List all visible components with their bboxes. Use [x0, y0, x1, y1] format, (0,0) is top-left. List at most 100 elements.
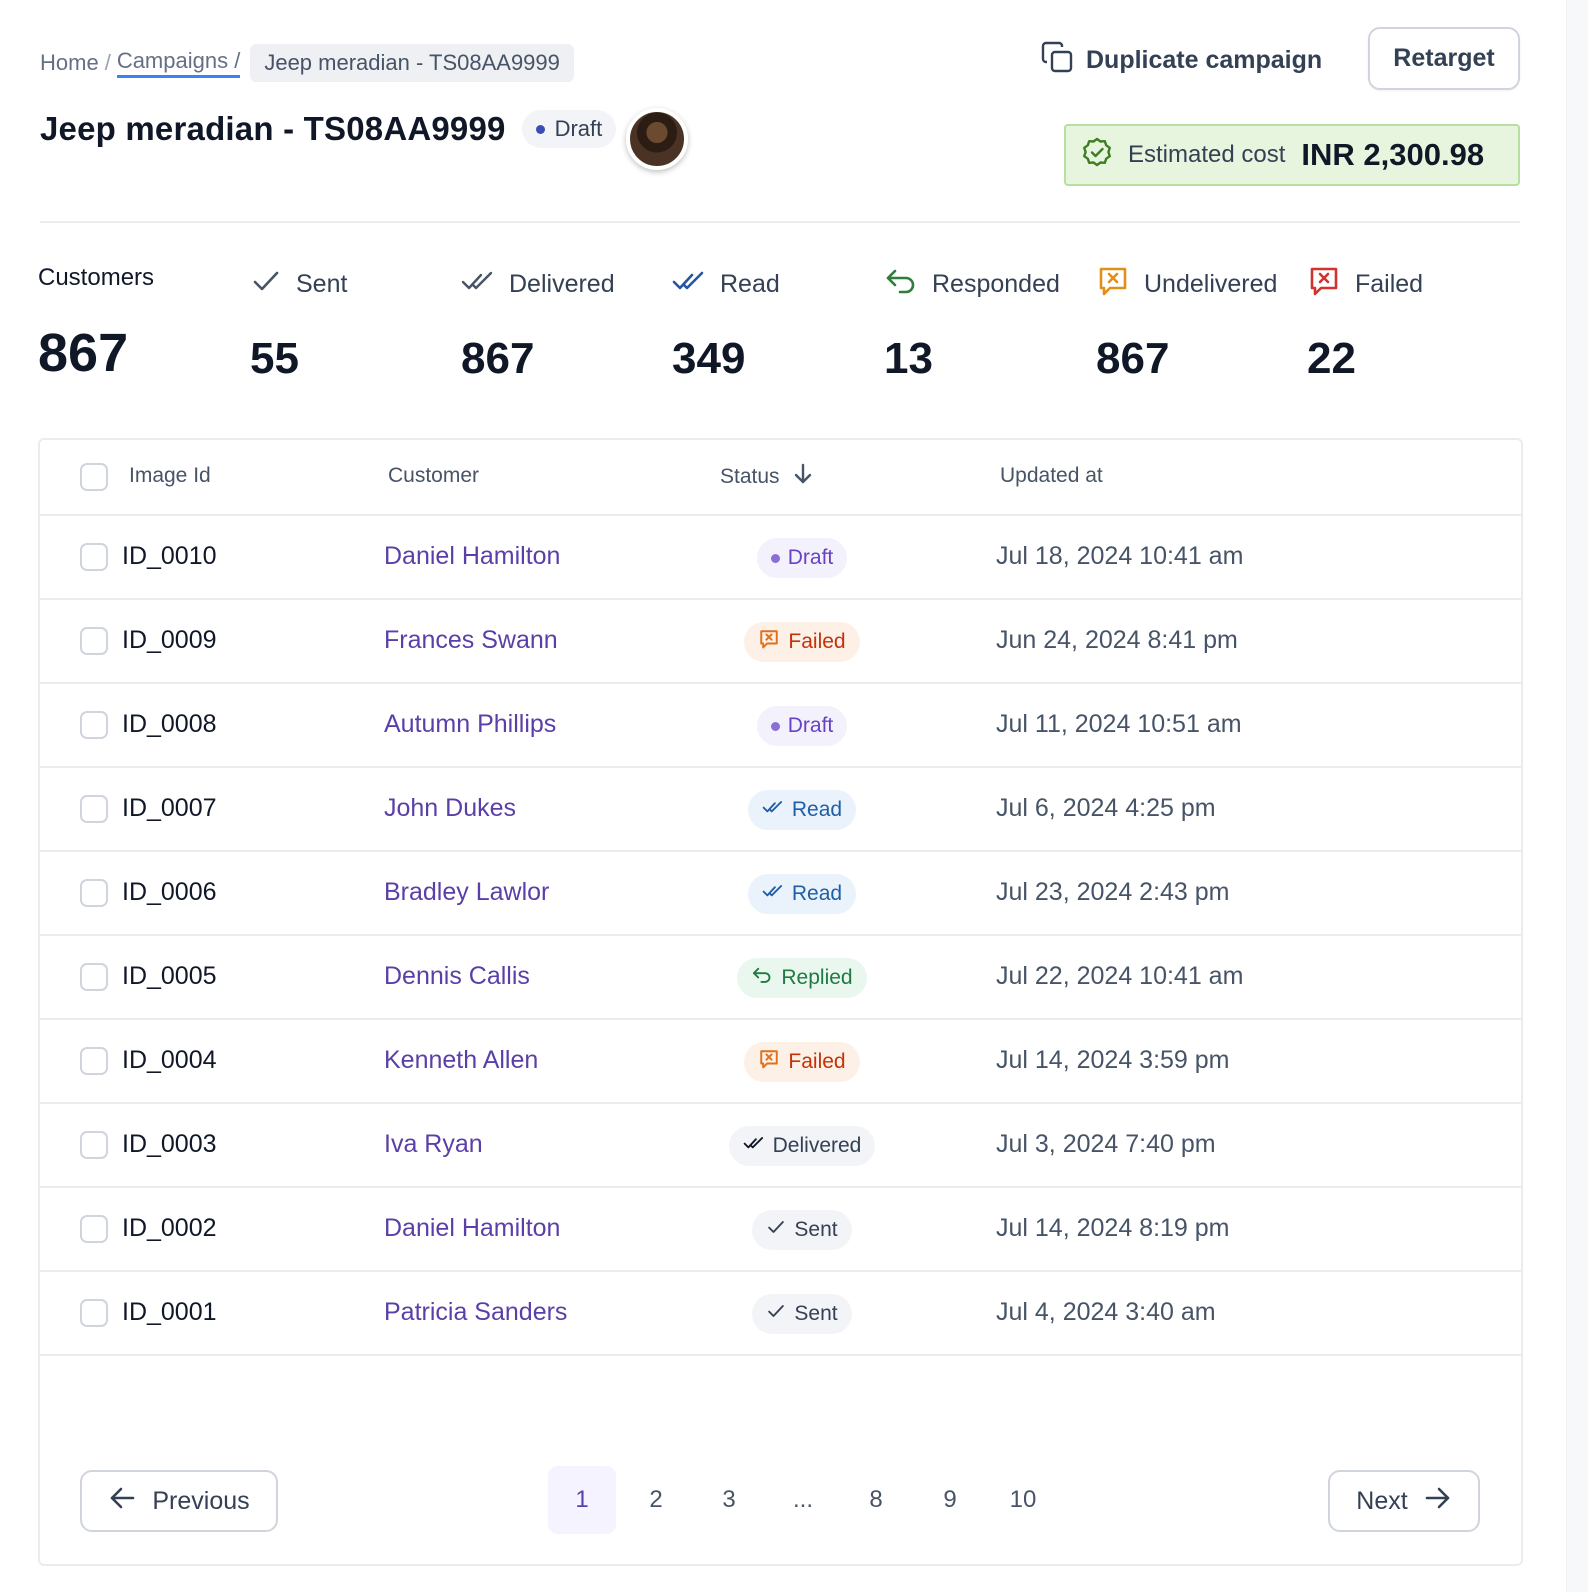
row-checkbox[interactable]: [80, 795, 108, 823]
status-badge: Delivered: [728, 1126, 876, 1166]
table-row[interactable]: ID_0008 Autumn Phillips Draft Jul 11, 2024 …: [40, 684, 1521, 768]
page-number-2[interactable]: 2: [622, 1466, 690, 1534]
status-dot-icon: [535, 124, 545, 134]
cell-status: Draft: [700, 538, 904, 578]
arrow-left-icon: [108, 1485, 136, 1518]
column-status[interactable]: Status: [720, 462, 814, 492]
stat-delivered-value: 867: [461, 334, 535, 383]
row-checkbox[interactable]: [80, 1047, 108, 1075]
stat-sent: Sent 55: [250, 264, 347, 384]
page-title: Jeep meradian - TS08AA9999: [40, 110, 506, 147]
estimated-cost-value: INR 2,300.98: [1301, 137, 1485, 172]
title-row: Jeep meradian - TS08AA9999 Draft: [40, 110, 617, 148]
stat-undelivered-value: 867: [1096, 334, 1170, 383]
previous-page-button[interactable]: Previous: [80, 1470, 278, 1532]
cell-customer-link[interactable]: Bradley Lawlor: [384, 878, 549, 907]
avatar[interactable]: [626, 108, 688, 170]
stat-customers-value: 867: [38, 323, 129, 383]
next-page-button[interactable]: Next: [1328, 1470, 1480, 1532]
stat-sent-label: Sent: [296, 269, 348, 298]
status-badge-label: Replied: [781, 966, 853, 989]
cell-status: Read: [700, 790, 904, 830]
cell-customer-link[interactable]: Daniel Hamilton: [384, 1214, 560, 1243]
cell-image-id: ID_0007: [122, 794, 217, 822]
table-row[interactable]: ID_0009 Frances Swann Failed Jun 24, 2024 8…: [40, 600, 1521, 684]
cell-customer-link[interactable]: Iva Ryan: [384, 1130, 483, 1159]
cell-customer-link[interactable]: Dennis Callis: [384, 962, 530, 991]
status-badge: Read: [747, 874, 857, 914]
table-row[interactable]: ID_0004 Kenneth Allen Failed Jul 14, 2024 3…: [40, 1020, 1521, 1104]
breadcrumb-home[interactable]: Home: [40, 50, 99, 76]
table-row[interactable]: ID_0006 Bradley Lawlor Read Jul 23, 2024 2:…: [40, 852, 1521, 936]
campaign-status-label: Draft: [554, 116, 603, 141]
breadcrumb-separator: /: [104, 50, 111, 75]
table-row[interactable]: ID_0005 Dennis Callis Replied Jul 22, 2024 …: [40, 936, 1521, 1020]
table-row[interactable]: ID_0002 Daniel Hamilton Sent Jul 14, 2024 8…: [40, 1188, 1521, 1272]
stat-read-value: 349: [672, 334, 746, 383]
page-scrollbar-gutter: [1566, 0, 1588, 1592]
duplicate-campaign-label: Duplicate campaign: [1086, 46, 1323, 74]
status-badge: Draft: [756, 538, 848, 578]
estimated-cost-label: Estimated cost: [1128, 141, 1286, 168]
cell-image-id: ID_0001: [122, 1298, 217, 1326]
column-customer[interactable]: Customer: [388, 464, 479, 488]
stat-read: Read 349: [672, 264, 780, 384]
check-icon: [766, 1217, 786, 1243]
double-check-icon: [762, 797, 784, 823]
table-header: Image Id Customer Status Updated at: [40, 440, 1521, 516]
duplicate-campaign-button[interactable]: Duplicate campaign: [1040, 40, 1322, 81]
row-checkbox[interactable]: [80, 963, 108, 991]
row-checkbox[interactable]: [80, 1299, 108, 1327]
status-badge: Replied: [737, 958, 867, 998]
row-checkbox[interactable]: [80, 627, 108, 655]
stat-read-label: Read: [720, 269, 780, 298]
cell-customer-link[interactable]: Patricia Sanders: [384, 1298, 567, 1327]
cell-customer-link[interactable]: John Dukes: [384, 794, 516, 823]
row-checkbox[interactable]: [80, 543, 108, 571]
page-number-8[interactable]: 8: [842, 1466, 910, 1534]
page-number-9[interactable]: 9: [916, 1466, 984, 1534]
cell-image-id: ID_0004: [122, 1046, 217, 1074]
stat-responded-value: 13: [884, 334, 933, 383]
arrow-right-icon: [1424, 1485, 1452, 1518]
column-image-id[interactable]: Image Id: [129, 464, 211, 488]
stat-sent-value: 55: [250, 334, 299, 383]
status-badge: Failed: [744, 622, 860, 662]
page-number-3[interactable]: 3: [695, 1466, 763, 1534]
row-checkbox[interactable]: [80, 711, 108, 739]
cell-updated-at: Jul 14, 2024 8:19 pm: [996, 1214, 1230, 1242]
table-row[interactable]: ID_0010 Daniel Hamilton Draft Jul 18, 2024 …: [40, 516, 1521, 600]
stat-customers: Customers 867: [38, 264, 154, 384]
cell-updated-at: Jul 4, 2024 3:40 am: [996, 1298, 1216, 1326]
retarget-button[interactable]: Retarget: [1368, 27, 1520, 90]
cell-customer-link[interactable]: Autumn Phillips: [384, 710, 556, 739]
cell-customer-link[interactable]: Daniel Hamilton: [384, 542, 560, 571]
cell-status: Failed: [700, 622, 904, 662]
cell-status: Sent: [700, 1210, 904, 1250]
status-badge-label: Failed: [788, 1050, 846, 1073]
table-row[interactable]: ID_0003 Iva Ryan Delivered Jul 3, 2024 7:40…: [40, 1104, 1521, 1188]
stat-undelivered-label: Undelivered: [1144, 269, 1278, 298]
cell-status: Replied: [700, 958, 904, 998]
breadcrumb: Home / Campaigns / Jeep meradian - TS08A…: [40, 44, 574, 82]
cell-image-id: ID_0008: [122, 710, 217, 738]
table-row[interactable]: ID_0001 Patricia Sanders Sent Jul 4, 2024 3…: [40, 1272, 1521, 1356]
cell-customer-link[interactable]: Frances Swann: [384, 626, 558, 655]
message-x-icon: [1307, 264, 1341, 305]
row-checkbox[interactable]: [80, 879, 108, 907]
row-checkbox[interactable]: [80, 1215, 108, 1243]
page-number-10[interactable]: 10: [989, 1466, 1057, 1534]
cell-image-id: ID_0005: [122, 962, 217, 990]
cell-customer-link[interactable]: Kenneth Allen: [384, 1046, 538, 1075]
arrow-down-icon[interactable]: [792, 462, 814, 492]
status-dot-icon: [770, 721, 780, 731]
select-all-checkbox[interactable]: [80, 463, 108, 491]
row-checkbox[interactable]: [80, 1131, 108, 1159]
table-row[interactable]: ID_0007 John Dukes Read Jul 6, 2024 4:25 pm: [40, 768, 1521, 852]
next-page-label: Next: [1356, 1486, 1408, 1515]
page-number-1[interactable]: 1: [548, 1466, 616, 1534]
column-updated-at[interactable]: Updated at: [1000, 464, 1103, 488]
message-x-icon: [1096, 264, 1130, 305]
stat-failed: Failed 22: [1307, 264, 1423, 384]
breadcrumb-campaigns[interactable]: Campaigns /: [116, 48, 241, 78]
